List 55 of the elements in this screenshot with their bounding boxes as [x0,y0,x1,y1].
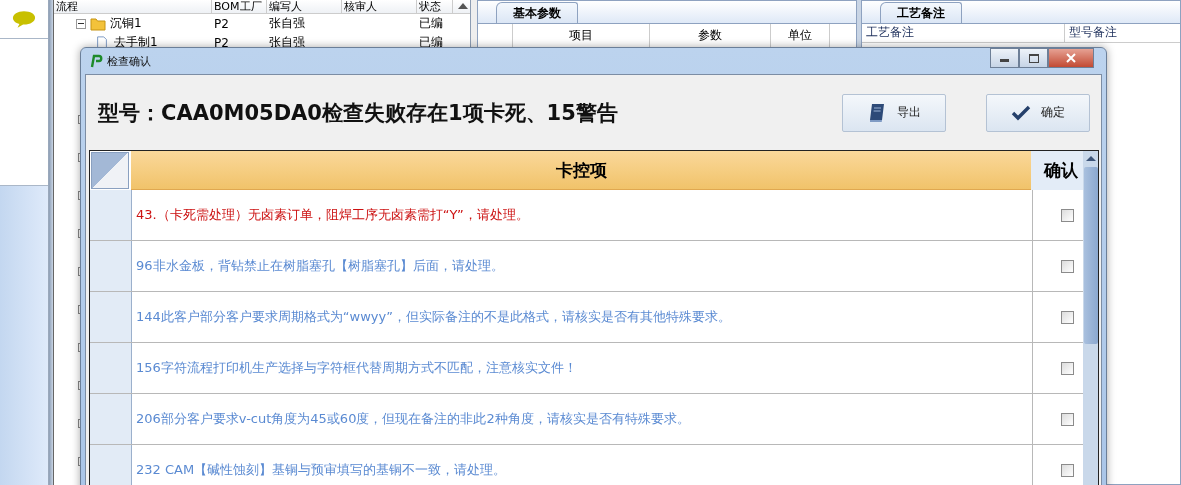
column-header[interactable]: 编写人 [267,0,342,13]
column-header[interactable]: 核审人 [342,0,417,13]
table-cell: 156字符流程打印机生产选择与字符框代替周期方式不匹配，注意核实文件！ [136,359,577,377]
column-header[interactable]: 工艺备注 [862,24,1065,42]
table-cell-text: P2 [213,35,230,50]
row-header[interactable] [90,343,132,393]
window-title: 检查确认 [107,53,151,69]
tab[interactable]: 工艺备注 [880,2,962,23]
checkbox[interactable] [1060,463,1074,477]
checkbox[interactable] [1060,310,1074,324]
scroll-thumb[interactable] [1083,167,1098,344]
table-cell: 43.（卡死需处理）无卤素订单，阻焊工序无卤素需打“Y”，请处理。 [136,206,529,224]
book-icon [867,102,887,123]
column-header[interactable]: 卡控项 [131,151,1031,190]
column-header[interactable]: BOM工厂 [212,0,267,13]
row-header[interactable] [90,394,132,444]
scroll-up-icon[interactable] [458,3,468,9]
checkbox[interactable] [1060,412,1074,426]
scroll-up-icon[interactable] [1085,156,1096,161]
column-header[interactable]: 流程 [54,0,212,13]
collapse-icon[interactable] [76,18,86,29]
tab[interactable]: 基本参数 [496,2,578,23]
row-header[interactable] [90,445,132,485]
table-cell: 96非水金板，背钻禁止在树脂塞孔【树脂塞孔】后面，请处理。 [136,257,504,275]
maximize-button[interactable] [1019,48,1048,68]
table-cell: 206部分客户要求v-cut角度为45或60度，但现在备注的非此2种角度，请核实是否有特殊要求。 [136,410,690,428]
select-all-corner[interactable] [91,152,129,189]
folder-icon [90,16,106,31]
tree-item[interactable]: 去手制1 [114,34,158,51]
checkbox[interactable] [1060,259,1074,273]
checkbox[interactable] [1060,361,1074,375]
close-icon [1066,53,1076,63]
table-cell-text: 已编 [418,15,444,32]
close-button[interactable] [1048,48,1094,68]
table-cell-text: P2 [213,16,230,31]
table-cell-text: 张自强 [268,15,306,32]
ok-button[interactable]: 确定 [986,93,1090,132]
row-header[interactable] [90,241,132,291]
table-cell-text: 已编 [418,34,444,51]
chat-bubble-icon[interactable] [12,9,36,29]
column-header[interactable]: 确认 [1031,151,1086,190]
column-header[interactable]: 型号备注 [1065,24,1117,42]
tree-item[interactable]: 沉铜1 [110,15,142,32]
table-cell: 232 CAM【碱性蚀刻】基铜与预审填写的基铜不一致，请处理。 [136,461,507,479]
checkbox[interactable] [1060,208,1074,222]
table-cell-text: 张自强 [268,34,306,51]
export-button[interactable]: 导出 [842,93,946,132]
table-cell: 144此客户部分客户要求周期格式为“wwyy”，但实际备注的不是此格式，请核实是否有其他特殊要求。 [136,308,731,326]
app-logo-icon [89,54,103,68]
row-header[interactable] [90,190,132,240]
row-header[interactable] [90,292,132,342]
scrollbar[interactable] [1083,151,1098,485]
minimize-button[interactable] [990,48,1019,68]
dialog-heading: 型号：CAA0M05DA0检查失败存在1项卡死、15警告 [98,99,618,127]
column-header[interactable]: 状态 [417,0,453,13]
